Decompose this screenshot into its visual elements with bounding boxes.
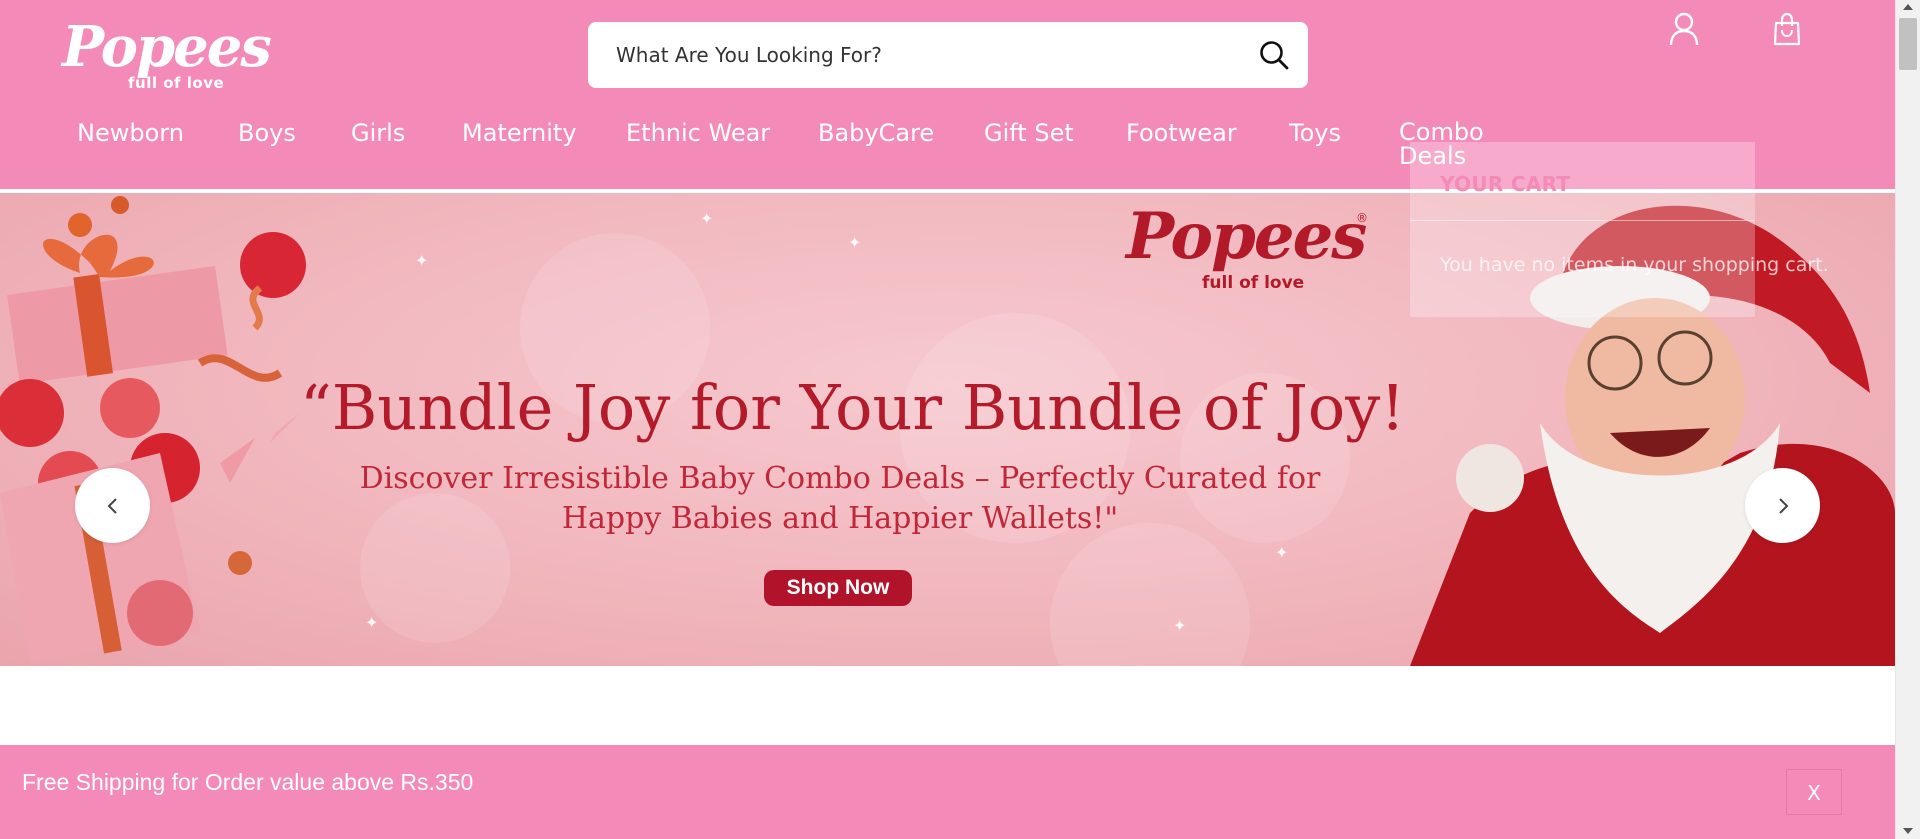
banner-subheadline: Discover Irresistible Baby Combo Deals –… bbox=[359, 461, 1321, 536]
nav-item-footwear[interactable]: Footwear bbox=[1126, 120, 1237, 146]
sparkle-icon: ✦ bbox=[365, 613, 379, 632]
search-input[interactable] bbox=[616, 22, 1236, 88]
cart-title: YOUR CART bbox=[1440, 172, 1571, 196]
page-scrollbar[interactable] bbox=[1895, 0, 1920, 839]
user-icon[interactable] bbox=[1668, 12, 1700, 46]
banner-brand-wordmark: Popees bbox=[1126, 199, 1367, 274]
cart-empty-message: You have no items in your shopping cart. bbox=[1440, 254, 1829, 276]
carousel-next-button[interactable] bbox=[1745, 468, 1820, 543]
shopping-bag-icon[interactable] bbox=[1772, 12, 1802, 46]
sparkle-icon: ✦ bbox=[1173, 616, 1187, 635]
carousel-prev-button[interactable] bbox=[75, 468, 150, 543]
search-bar bbox=[588, 22, 1308, 88]
scroll-down-arrow-icon[interactable] bbox=[1903, 828, 1913, 834]
shop-now-button[interactable]: Shop Now bbox=[764, 570, 912, 606]
nav-item-ethnic-wear[interactable]: Ethnic Wear bbox=[626, 120, 770, 146]
registered-mark: ® bbox=[1356, 211, 1368, 225]
site-logo[interactable]: Popees full of love bbox=[62, 14, 272, 94]
mini-cart-panel: YOUR CART You have no items in your shop… bbox=[1410, 142, 1829, 317]
shipping-bar-close-button[interactable]: X bbox=[1786, 769, 1842, 815]
logo-tagline: full of love bbox=[128, 74, 225, 92]
search-icon[interactable] bbox=[1258, 39, 1290, 71]
scrollbar-thumb[interactable] bbox=[1899, 18, 1917, 70]
nav-item-newborn[interactable]: Newborn bbox=[77, 120, 184, 146]
sparkle-icon: ✦ bbox=[1275, 543, 1289, 562]
nav-item-babycare[interactable]: BabyCare bbox=[818, 120, 934, 146]
banner-brand-tagline: full of love bbox=[1202, 273, 1305, 293]
banner-headline: “Bundle Joy for Your Bundle of Joy! bbox=[300, 371, 1406, 444]
free-shipping-message: Free Shipping for Order value above Rs.3… bbox=[22, 769, 474, 795]
scroll-up-arrow-icon[interactable] bbox=[1903, 4, 1913, 10]
sparkle-icon: ✦ bbox=[415, 251, 429, 270]
sparkle-icon: ✦ bbox=[848, 233, 862, 252]
nav-item-girls[interactable]: Girls bbox=[351, 120, 405, 146]
sparkle-icon: ✦ bbox=[700, 209, 714, 228]
bokeh-circle bbox=[1050, 523, 1250, 666]
chevron-left-icon bbox=[107, 498, 117, 514]
nav-item-boys[interactable]: Boys bbox=[238, 120, 296, 146]
free-shipping-bar: Free Shipping for Order value above Rs.3… bbox=[0, 745, 1895, 839]
nav-item-gift-set[interactable]: Gift Set bbox=[984, 120, 1074, 146]
logo-wordmark: Popees bbox=[62, 14, 272, 80]
nav-item-maternity[interactable]: Maternity bbox=[462, 120, 577, 146]
banner-brand-logo: Popees ® full of love bbox=[1126, 199, 1386, 293]
cart-divider bbox=[1410, 220, 1755, 221]
nav-item-toys[interactable]: Toys bbox=[1289, 120, 1341, 146]
gift-boxes-illustration bbox=[0, 196, 306, 663]
chevron-right-icon bbox=[1779, 498, 1789, 514]
page: Popees full of love Newborn Boys Girls M… bbox=[0, 0, 1920, 839]
